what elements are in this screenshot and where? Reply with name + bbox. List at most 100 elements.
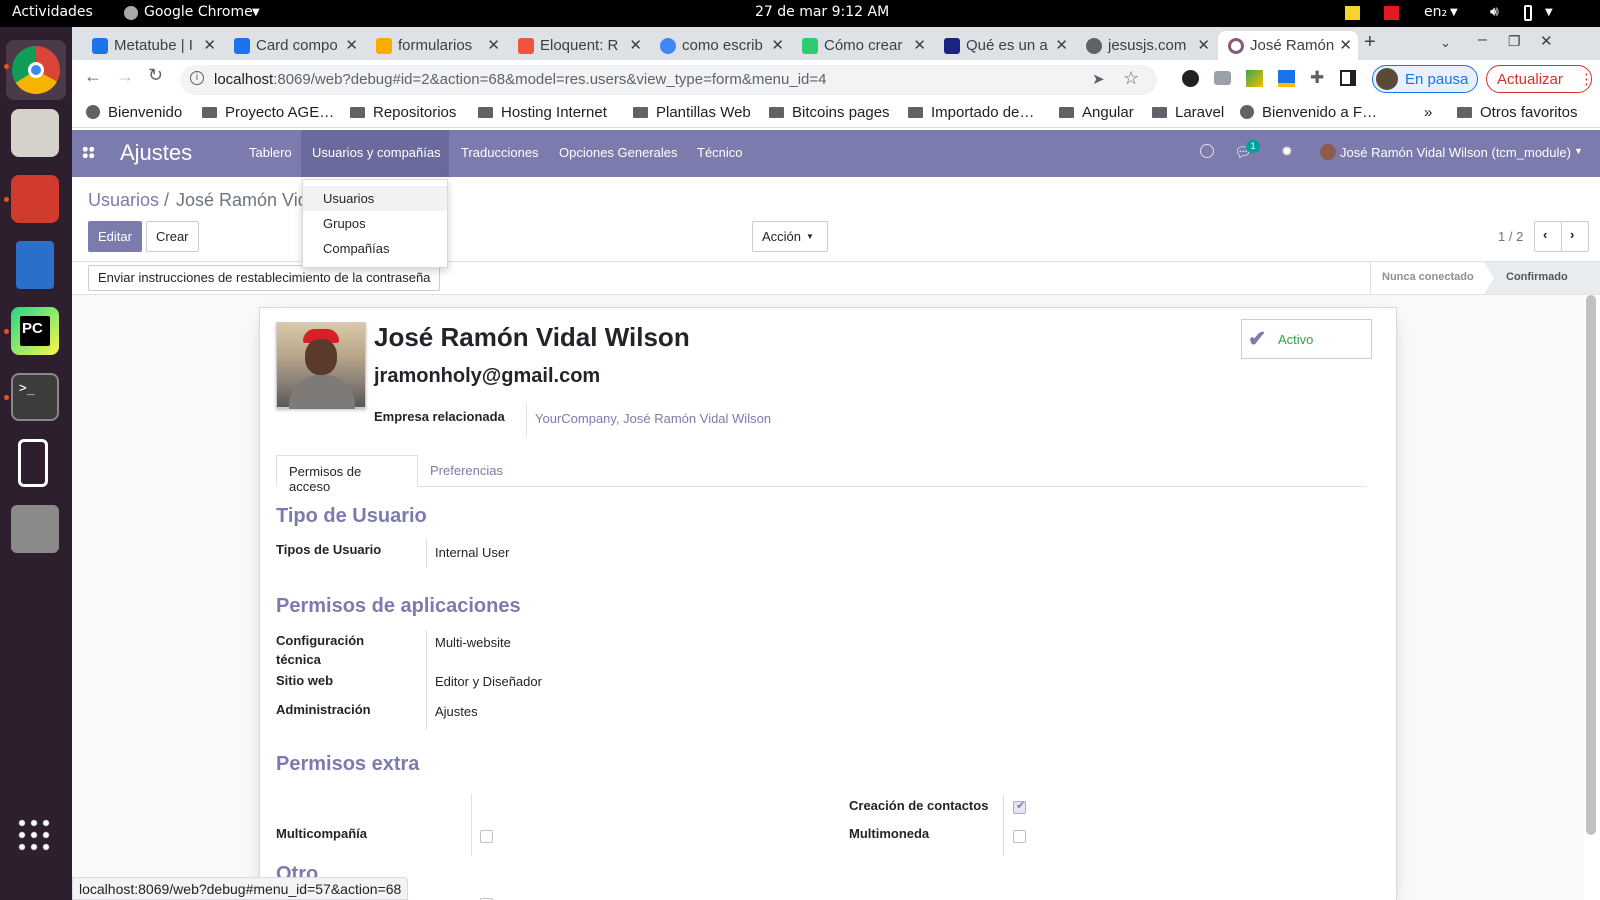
tab-preferences[interactable]: Preferencias	[418, 455, 520, 487]
profile-paused-button[interactable]: En pausa	[1372, 65, 1478, 93]
info-icon[interactable]: i	[190, 71, 204, 85]
app-menu-caret-icon[interactable]: ▼	[252, 7, 260, 18]
multicurrency-checkbox[interactable]	[1013, 830, 1026, 843]
user-photo[interactable]	[276, 322, 366, 409]
reset-password-button[interactable]: Enviar instrucciones de restablecimiento…	[88, 265, 441, 291]
app-title[interactable]: Ajustes	[120, 140, 192, 166]
menu-tablero[interactable]: Tablero	[249, 145, 292, 160]
apps-grid-icon[interactable]	[82, 146, 95, 159]
menu-opciones-generales[interactable]: Opciones Generales	[559, 145, 678, 160]
forward-icon[interactable]: →	[116, 66, 134, 87]
files-icon[interactable]	[11, 109, 59, 157]
multicompany-checkbox[interactable]	[480, 830, 493, 843]
pager-next-icon[interactable]: ›	[1561, 221, 1589, 252]
dropdown-item-grupos[interactable]: Grupos	[303, 211, 447, 236]
menu-tecnico[interactable]: Técnico	[697, 145, 743, 160]
bookmark-star-icon[interactable]: ☆	[1123, 68, 1139, 89]
url-text[interactable]: localhost:8069/web?debug#id=2&action=68&…	[214, 71, 827, 88]
close-icon[interactable]: ✕	[1055, 36, 1068, 54]
activities-button[interactable]: Actividades	[12, 4, 93, 20]
admin-value[interactable]: Ajustes	[435, 704, 478, 719]
bookmark-folder[interactable]: Angular	[1059, 104, 1134, 121]
address-bar[interactable]: i localhost:8069/web?debug#id=2&action=6…	[180, 65, 1157, 95]
back-icon[interactable]: ←	[84, 66, 102, 87]
browser-tab[interactable]: Qué es un a ✕	[934, 31, 1074, 60]
status-never-connected[interactable]: Nunca conectado	[1382, 271, 1474, 283]
menu-usuarios-companias[interactable]: Usuarios y compañías	[312, 145, 441, 160]
active-toggle-button[interactable]: ✔ Activo	[1241, 319, 1372, 359]
close-icon[interactable]: ✕	[203, 36, 216, 54]
close-window-icon[interactable]: ✕	[1540, 32, 1553, 50]
battery-icon[interactable]	[1524, 5, 1532, 21]
download-extension-icon[interactable]	[1278, 70, 1295, 87]
extension-icon[interactable]	[1182, 70, 1199, 87]
browser-tab[interactable]: Card compo ✕	[224, 31, 364, 60]
disk-icon[interactable]	[11, 505, 59, 553]
datagrip-icon[interactable]	[11, 175, 59, 223]
bookmark-folder[interactable]: Hosting Internet	[478, 104, 607, 121]
restore-icon[interactable]: ❐	[1508, 33, 1521, 50]
app-menu[interactable]: Google Chrome	[144, 4, 253, 20]
clock[interactable]: 27 de mar 9:12 AM	[755, 4, 889, 20]
media-player-icon[interactable]	[18, 439, 48, 487]
writer-icon[interactable]	[16, 241, 54, 289]
user-menu[interactable]: José Ramón Vidal Wilson (tcm_module)	[1340, 145, 1571, 160]
notes-tray-icon[interactable]	[1345, 6, 1360, 20]
update-button[interactable]: Actualizar ⋮	[1486, 65, 1594, 93]
send-icon[interactable]: ➤	[1092, 70, 1105, 88]
user-login[interactable]: jramonholy@gmail.com	[374, 365, 600, 388]
close-icon[interactable]: ✕	[1339, 36, 1352, 54]
status-confirmed[interactable]: Confirmado	[1506, 271, 1568, 283]
dropdown-item-usuarios[interactable]: Usuarios	[303, 186, 447, 211]
bookmark-folder[interactable]: Importado de…	[908, 104, 1034, 121]
pager-value[interactable]: 1 / 2	[1498, 229, 1523, 244]
browser-tab[interactable]: jesusjs.com ✕	[1076, 31, 1216, 60]
activities-clock-icon[interactable]	[1200, 144, 1214, 158]
user-type-value[interactable]: Internal User	[435, 545, 509, 560]
user-name[interactable]: José Ramón Vidal Wilson	[374, 322, 690, 353]
other-bookmarks[interactable]: Otros favoritos	[1457, 104, 1578, 121]
close-icon[interactable]: ✕	[913, 36, 926, 54]
create-button[interactable]: Crear	[146, 221, 199, 252]
extensions-puzzle-icon[interactable]: ✚	[1310, 68, 1324, 88]
tech-config-value[interactable]: Multi-website	[435, 635, 511, 650]
terminal-icon[interactable]: >_	[11, 373, 59, 421]
language-indicator[interactable]: en₂	[1424, 4, 1447, 20]
contact-creation-checkbox[interactable]: ✔	[1013, 800, 1026, 814]
caret-down-icon[interactable]: ▼	[1574, 146, 1583, 156]
new-tab-icon[interactable]: +	[1364, 31, 1376, 54]
dropdown-item-companias[interactable]: Compañías	[303, 236, 447, 261]
browser-tab[interactable]: como escrib ✕	[650, 31, 790, 60]
reload-icon[interactable]: ↻	[148, 65, 163, 86]
bookmark-folder[interactable]: Repositorios	[350, 104, 456, 121]
update-tray-icon[interactable]	[1384, 6, 1399, 20]
browser-tab[interactable]: Eloquent: R ✕	[508, 31, 648, 60]
camera-icon[interactable]	[1214, 71, 1231, 85]
bookmark-folder[interactable]: Plantillas Web	[633, 104, 751, 121]
bookmark-item[interactable]: Bienvenido a F…	[1240, 104, 1377, 121]
bookmark-folder[interactable]: Bitcoins pages	[769, 104, 890, 121]
action-dropdown[interactable]: Acción ▼	[752, 221, 828, 252]
close-icon[interactable]: ✕	[771, 36, 784, 54]
show-applications-icon[interactable]	[16, 817, 52, 853]
minimize-icon[interactable]: –	[1478, 31, 1487, 49]
bookmark-folder[interactable]: Laravel	[1152, 104, 1224, 121]
browser-tab[interactable]: Metatube | I ✕	[82, 31, 222, 60]
close-icon[interactable]: ✕	[629, 36, 642, 54]
breadcrumb-parent[interactable]: Usuarios	[88, 190, 159, 211]
volume-icon[interactable]: 🔊︎	[1490, 4, 1499, 20]
chart-extension-icon[interactable]	[1246, 70, 1263, 87]
bookmark-folder[interactable]: Proyecto AGE…	[202, 104, 334, 121]
system-menu-caret-icon[interactable]: ▼	[1545, 7, 1553, 18]
menu-traducciones[interactable]: Traducciones	[461, 145, 539, 160]
scrollbar-thumb[interactable]	[1586, 295, 1596, 835]
bookmarks-overflow-button[interactable]: »	[1424, 104, 1432, 121]
tab-access-rights[interactable]: Permisos de acceso	[276, 455, 418, 494]
pager-previous-icon[interactable]: ‹	[1534, 221, 1562, 252]
bookmark-item[interactable]: Bienvenido	[86, 104, 182, 121]
close-icon[interactable]: ✕	[345, 36, 358, 54]
browser-tab[interactable]: Cómo crear ✕	[792, 31, 932, 60]
avatar[interactable]	[1320, 144, 1336, 160]
close-icon[interactable]: ✕	[1197, 36, 1210, 54]
browser-tab-active[interactable]: José Ramón ✕	[1218, 31, 1358, 60]
